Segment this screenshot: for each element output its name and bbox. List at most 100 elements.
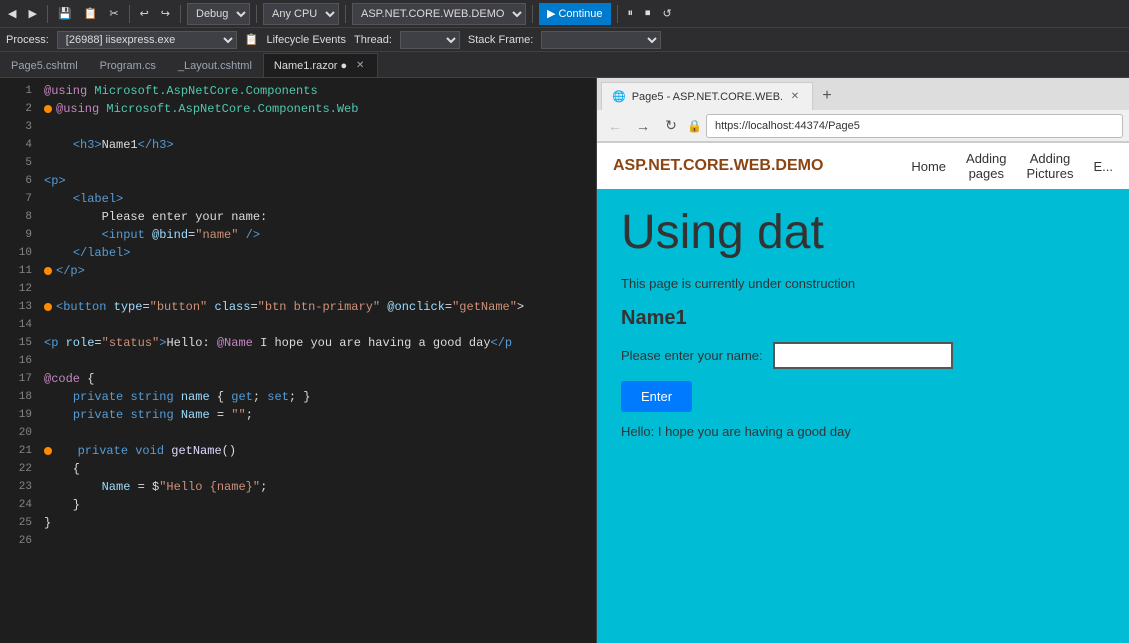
code-line-10: </label> (40, 244, 596, 262)
ln-6: 6 (0, 172, 32, 190)
ln-8: 8 (0, 208, 32, 226)
undo-button[interactable]: ↩ (136, 3, 153, 25)
cpu-dropdown[interactable]: Any CPU (263, 3, 339, 25)
browser-new-tab[interactable]: + (813, 82, 841, 110)
main-toolbar: ◀ ▶ 💾 📋 ✂ ↩ ↪ Debug Any CPU ASP.NET.CORE… (0, 0, 1129, 28)
tab-program[interactable]: Program.cs (89, 53, 167, 77)
code-line-25: } (40, 514, 596, 532)
ln-16: 16 (0, 352, 32, 370)
nav-adding-pictures[interactable]: Adding Pictures (1027, 151, 1074, 181)
browser-tab-bar: 🌐 Page5 - ASP.NET.CORE.WEB.DE... ✕ + (597, 78, 1129, 110)
browser-forward-button[interactable]: → (631, 114, 655, 138)
pause-button[interactable]: ⏸ (624, 3, 638, 25)
browser-tab-close[interactable]: ✕ (788, 90, 802, 103)
code-line-7: <label> (40, 190, 596, 208)
site-navbar: ASP.NET.CORE.WEB.DEMO Home Adding pages … (597, 143, 1129, 189)
nav-adding-pages[interactable]: Adding pages (966, 151, 1006, 181)
cut-button[interactable]: ✂ (105, 3, 122, 25)
stack-frame-label: Stack Frame: (468, 34, 533, 46)
code-line-23: Name = $"Hello {name}"; (40, 478, 596, 496)
ln-12: 12 (0, 280, 32, 298)
save-button[interactable]: 💾 (54, 3, 76, 25)
code-line-22: { (40, 460, 596, 478)
debug-dropdown[interactable]: Debug (187, 3, 250, 25)
lifecycle-icon: 📋 (245, 33, 259, 46)
stop-button[interactable]: ⏹ (641, 3, 655, 25)
ln-15: 15 (0, 334, 32, 352)
nav-more[interactable]: E... (1093, 159, 1113, 174)
ln-11: 11 (0, 262, 32, 280)
forward-button[interactable]: ▶ (24, 3, 40, 25)
code-line-21: private void getName() (40, 442, 596, 460)
browser-address-bar[interactable] (706, 114, 1123, 138)
thread-select[interactable] (400, 31, 460, 49)
code-line-2: @using Microsoft.AspNetCore.Components.W… (40, 100, 596, 118)
ln-20: 20 (0, 424, 32, 442)
tab-layout-label: _Layout.cshtml (178, 60, 252, 72)
main-layout: 1 2 3 4 5 6 7 8 9 10 11 12 13 14 15 16 1… (0, 78, 1129, 643)
clipboard-button[interactable]: 📋 (80, 3, 102, 25)
thread-label: Thread: (354, 34, 392, 46)
nav-home[interactable]: Home (911, 159, 946, 174)
code-line-9: <input @bind="name" /> (40, 226, 596, 244)
redo-button[interactable]: ↪ (157, 3, 174, 25)
code-line-12 (40, 280, 596, 298)
ln-18: 18 (0, 388, 32, 406)
browser-lock-icon: 🔒 (687, 119, 702, 133)
restart-button[interactable]: ↺ (659, 3, 676, 25)
sep6 (532, 5, 533, 23)
code-line-3 (40, 118, 596, 136)
ln-21: 21 (0, 442, 32, 460)
code-line-17: @code { (40, 370, 596, 388)
site-title: ASP.NET.CORE.WEB.DEMO (613, 157, 823, 175)
sep1 (47, 5, 48, 23)
breakpoint-indicator-13 (44, 303, 52, 311)
stack-frame-select[interactable] (541, 31, 661, 49)
line-numbers: 1 2 3 4 5 6 7 8 9 10 11 12 13 14 15 16 1… (0, 78, 40, 643)
back-button[interactable]: ◀ (4, 3, 20, 25)
form-row: Please enter your name: (621, 342, 1105, 369)
code-lines[interactable]: @using Microsoft.AspNetCore.Components @… (40, 78, 596, 643)
tab-name1[interactable]: Name1.razor ● ✕ (263, 53, 378, 77)
continue-button[interactable]: ▶ Continue (539, 3, 611, 25)
browser-content: ASP.NET.CORE.WEB.DEMO Home Adding pages … (597, 143, 1129, 643)
browser-reload-button[interactable]: ↻ (659, 114, 683, 138)
enter-button[interactable]: Enter (621, 381, 692, 412)
name-input[interactable] (773, 342, 953, 369)
browser-tab-icon: 🌐 (612, 90, 626, 103)
ln-7: 7 (0, 190, 32, 208)
code-line-24: } (40, 496, 596, 514)
hello-text: Hello: I hope you are having a good day (621, 424, 1105, 439)
ln-1: 1 (0, 82, 32, 100)
code-line-13: <button type="button" class="btn btn-pri… (40, 298, 596, 316)
browser-tab-label: Page5 - ASP.NET.CORE.WEB.DE... (632, 91, 782, 103)
browser-panel: 🌐 Page5 - ASP.NET.CORE.WEB.DE... ✕ + ← →… (596, 78, 1129, 643)
browser-tab-page5[interactable]: 🌐 Page5 - ASP.NET.CORE.WEB.DE... ✕ (601, 82, 813, 110)
code-line-26 (40, 532, 596, 550)
tab-name1-label: Name1.razor ● (274, 60, 347, 72)
tab-name1-close[interactable]: ✕ (353, 59, 367, 73)
browser-back-button[interactable]: ← (603, 114, 627, 138)
process-select[interactable]: [26988] iisexpress.exe (57, 31, 237, 49)
form-label: Please enter your name: (621, 348, 763, 363)
code-line-20 (40, 424, 596, 442)
app-dropdown[interactable]: ASP.NET.CORE.WEB.DEMO (352, 3, 526, 25)
process-bar: Process: [26988] iisexpress.exe 📋 Lifecy… (0, 28, 1129, 52)
continue-icon: ▶ (547, 7, 555, 20)
ln-2: 2 (0, 100, 32, 118)
ln-3: 3 (0, 118, 32, 136)
ln-14: 14 (0, 316, 32, 334)
editor-area: 1 2 3 4 5 6 7 8 9 10 11 12 13 14 15 16 1… (0, 78, 596, 643)
browser-chrome: 🌐 Page5 - ASP.NET.CORE.WEB.DE... ✕ + ← →… (597, 78, 1129, 143)
ln-13: 13 (0, 298, 32, 316)
sep7 (617, 5, 618, 23)
code-line-5 (40, 154, 596, 172)
tab-page5[interactable]: Page5.cshtml (0, 53, 89, 77)
ln-9: 9 (0, 226, 32, 244)
tab-layout[interactable]: _Layout.cshtml (167, 53, 263, 77)
breakpoint-indicator-21 (44, 447, 52, 455)
code-line-14 (40, 316, 596, 334)
tab-page5-label: Page5.cshtml (11, 60, 78, 72)
ln-4: 4 (0, 136, 32, 154)
code-line-1: @using Microsoft.AspNetCore.Components (40, 82, 596, 100)
